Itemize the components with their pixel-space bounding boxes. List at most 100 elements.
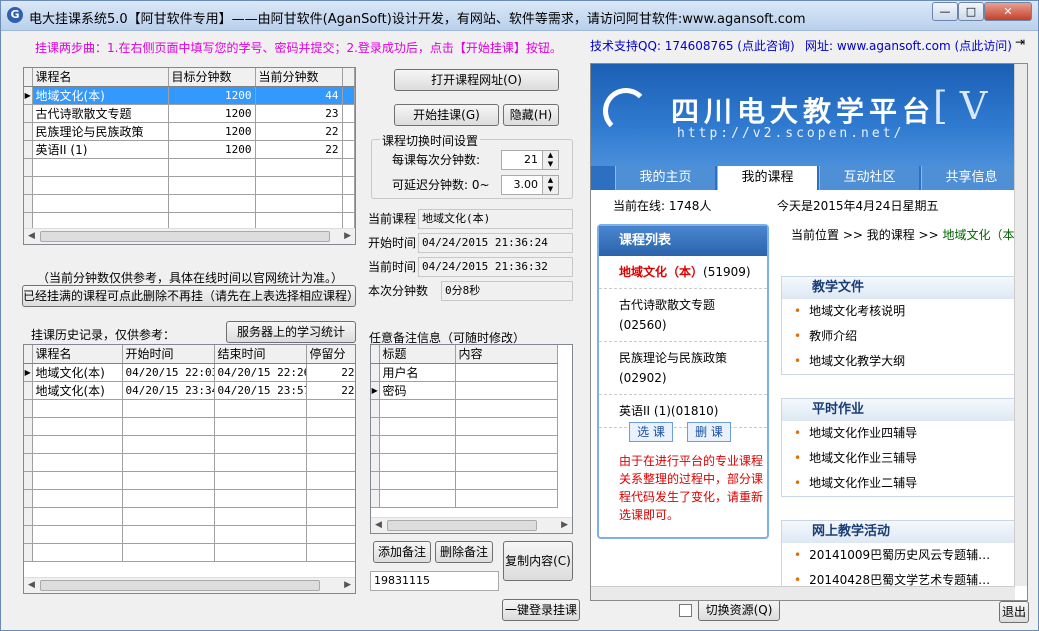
course-list-item[interactable]: 民族理论与民族政策 (02902) [599, 342, 767, 395]
tab-my-courses[interactable]: 我的课程 [717, 166, 817, 190]
panel-link[interactable]: 20141009巴蜀历史风云专题辅… [782, 543, 1014, 568]
history-start[interactable]: 04/20/15 22:03 [122, 363, 215, 382]
current-minutes[interactable]: 44 [255, 86, 343, 105]
course-name[interactable]: 英语II (1) [32, 140, 169, 159]
scroll-left-icon[interactable]: ◀ [28, 580, 35, 590]
history-row[interactable]: ▶ 地域文化(本) 04/20/15 22:03 04/20/15 22:26 … [24, 363, 355, 382]
panel-link[interactable]: 地域文化教学大纲 [782, 349, 1014, 374]
current-minutes[interactable]: 22 [255, 140, 343, 159]
col-stay-minutes[interactable]: 停留分 [306, 345, 355, 364]
scroll-left-icon[interactable]: ◀ [375, 520, 382, 530]
history-grid-scrollbar[interactable]: ◀ ▶ [24, 577, 355, 593]
copy-content-button[interactable]: 复制内容(C) [503, 541, 573, 581]
history-label: 挂课历史记录，仅供参考： [31, 328, 176, 342]
browser-horizontal-scrollbar[interactable] [591, 586, 1015, 600]
panel-link[interactable]: 地域文化作业二辅导 [782, 471, 1014, 496]
close-button[interactable]: ✕ [984, 2, 1032, 21]
note-title[interactable]: 密码 [379, 381, 456, 400]
per-minutes-value[interactable]: 21 [524, 153, 538, 166]
scroll-left-icon[interactable]: ◀ [28, 231, 35, 241]
history-course[interactable]: 地域文化(本) [32, 363, 123, 382]
course-row[interactable]: 英语II (1) 1200 22 [24, 140, 355, 159]
panel-link[interactable]: 地域文化考核说明 [782, 299, 1014, 324]
tab-shared-info[interactable]: 共享信息 [921, 166, 1021, 190]
col-note-content[interactable]: 内容 [455, 345, 558, 364]
course-grid[interactable]: 课程名 目标分钟数 当前分钟数 ▶ 地域文化(本) 1200 44 古代诗歌散文… [23, 67, 356, 245]
add-note-button[interactable]: 添加备注 [373, 541, 431, 563]
notes-grid-scrollbar[interactable]: ◀ ▶ [371, 517, 572, 533]
switch-resource-button[interactable]: 切换资源(Q) [698, 599, 780, 621]
history-row[interactable]: 地域文化(本) 04/20/15 23:34 04/20/15 23:57 22 [24, 381, 355, 400]
target-minutes[interactable]: 1200 [168, 86, 256, 105]
col-start-time[interactable]: 开始时间 [122, 345, 215, 364]
stepper-arrows-icon[interactable]: ▲ ▼ [542, 176, 558, 194]
panel-link[interactable]: 教师介绍 [782, 324, 1014, 349]
course-list-item[interactable]: 古代诗歌散文专题(02560) [599, 289, 767, 342]
history-stay[interactable]: 22 [306, 381, 355, 400]
col-note-title[interactable]: 标题 [379, 345, 456, 364]
open-course-url-button[interactable]: 打开课程网址(O) [394, 69, 559, 91]
col-end-time[interactable]: 结束时间 [214, 345, 307, 364]
col-course-name[interactable]: 课程名 [32, 68, 169, 87]
note-title[interactable]: 用户名 [379, 363, 456, 382]
tab-my-home[interactable]: 我的主页 [615, 166, 715, 190]
switch-checkbox[interactable] [679, 604, 692, 617]
note-input[interactable]: 19831115 [370, 571, 499, 591]
col-current-minutes[interactable]: 当前分钟数 [255, 68, 343, 87]
delay-minutes-value[interactable]: 3.00 [514, 178, 539, 191]
support-link[interactable]: 技术支持QQ: 174608765 (点此咨询) [590, 37, 795, 54]
note-row[interactable]: 用户名 [371, 363, 558, 382]
current-course-label: 当前课程 [368, 212, 417, 226]
maximize-button[interactable]: □ [958, 2, 984, 21]
target-minutes[interactable]: 1200 [168, 104, 256, 123]
minimize-button[interactable]: — [932, 2, 958, 21]
exit-button[interactable]: 退出 [999, 601, 1029, 623]
target-minutes[interactable]: 1200 [168, 140, 256, 159]
hide-button[interactable]: 隐藏(H) [503, 104, 559, 126]
tab-community[interactable]: 互动社区 [819, 166, 919, 190]
delete-note-button[interactable]: 删除备注 [435, 541, 493, 563]
panel-link[interactable]: 地域文化作业三辅导 [782, 446, 1014, 471]
stepper-arrows-icon[interactable]: ▲ ▼ [542, 151, 558, 169]
course-name[interactable]: 古代诗歌散文专题 [32, 104, 169, 123]
scroll-right-icon[interactable]: ▶ [344, 580, 351, 590]
course-row[interactable]: 古代诗歌散文专题 1200 23 [24, 104, 355, 123]
website-link[interactable]: 网址: www.agansoft.com (点此访问) [805, 37, 1012, 54]
server-stats-button[interactable]: 服务器上的学习统计 [226, 321, 356, 343]
history-start[interactable]: 04/20/15 23:34 [122, 381, 215, 400]
history-grid[interactable]: 课程名 开始时间 结束时间 停留分 ▶ 地域文化(本) 04/20/15 22:… [23, 344, 356, 594]
drop-course-button[interactable]: 删 课 [687, 422, 731, 442]
history-stay[interactable]: 22 [306, 363, 355, 382]
notes-grid[interactable]: 标题 内容 用户名 ▶ 密码 ◀ ▶ [370, 344, 573, 534]
current-minutes[interactable]: 22 [255, 122, 343, 141]
delete-course-button[interactable]: 已经挂满的课程可点此删除不再挂（请先在上表选择相应课程） [22, 285, 359, 307]
course-list-item[interactable]: 地域文化（本）(51909) [599, 256, 767, 289]
current-minutes[interactable]: 23 [255, 104, 343, 123]
delay-minutes-stepper[interactable]: 3.00 ▲ ▼ [501, 175, 559, 195]
panel-link[interactable]: 地域文化作业四辅导 [782, 421, 1014, 446]
panel-homework: 平时作业 地域文化作业四辅导 地域文化作业三辅导 地域文化作业二辅导 [781, 398, 1015, 497]
course-grid-scrollbar[interactable]: ◀ ▶ [24, 228, 355, 244]
course-name[interactable]: 地域文化(本) [32, 86, 169, 105]
course-name[interactable]: 民族理论与民族政策 [32, 122, 169, 141]
col-target-minutes[interactable]: 目标分钟数 [168, 68, 256, 87]
select-course-button[interactable]: 选 课 [629, 422, 673, 442]
pin-icon[interactable]: ⇥ [1015, 35, 1025, 49]
embedded-browser[interactable]: 四川电大教学平台 http://v2.scopen.net/ [ V 我的主页 … [590, 63, 1028, 601]
start-button[interactable]: 开始挂课(G) [394, 104, 499, 126]
col-course-name[interactable]: 课程名 [32, 345, 123, 364]
one-click-login-button[interactable]: 一键登录挂课 [502, 599, 580, 621]
note-row[interactable]: ▶ 密码 [371, 381, 558, 400]
target-minutes[interactable]: 1200 [168, 122, 256, 141]
course-row[interactable]: ▶ 地域文化(本) 1200 44 [24, 86, 355, 105]
scroll-right-icon[interactable]: ▶ [561, 520, 568, 530]
history-end[interactable]: 04/20/15 23:57 [214, 381, 307, 400]
note-content[interactable] [455, 363, 558, 382]
course-row[interactable]: 民族理论与民族政策 1200 22 [24, 122, 355, 141]
browser-vertical-scrollbar[interactable] [1014, 64, 1027, 586]
history-end[interactable]: 04/20/15 22:26 [214, 363, 307, 382]
note-content[interactable] [455, 381, 558, 400]
per-minutes-stepper[interactable]: 21 ▲ ▼ [501, 150, 559, 170]
history-course[interactable]: 地域文化(本) [32, 381, 123, 400]
scroll-right-icon[interactable]: ▶ [344, 231, 351, 241]
